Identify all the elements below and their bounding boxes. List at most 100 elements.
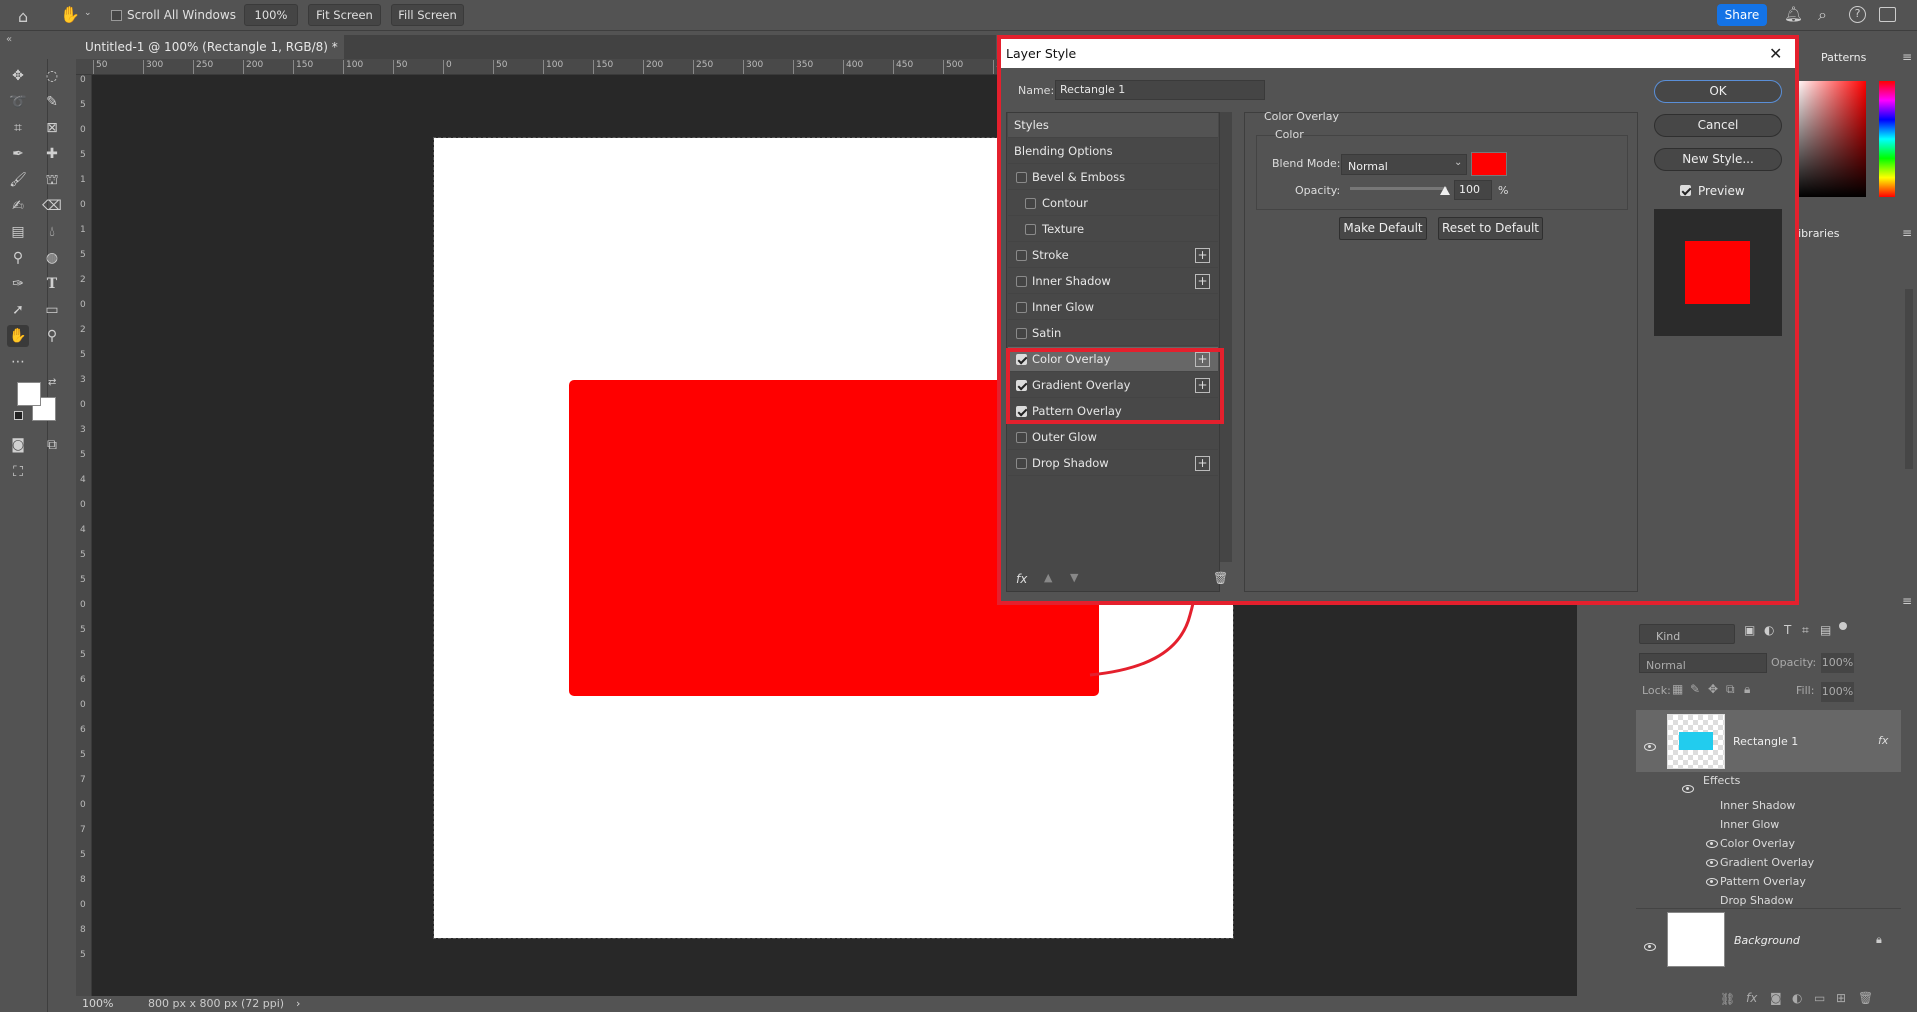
- effect-eye-icon[interactable]: [1706, 878, 1718, 886]
- opacity-slider-track[interactable]: [1350, 187, 1447, 190]
- opacity-field[interactable]: 100%: [1821, 653, 1854, 673]
- layer-visibility-eye-icon[interactable]: [1644, 736, 1656, 755]
- default-colors-icon[interactable]: [14, 411, 23, 420]
- generative-icon[interactable]: ⛶: [7, 461, 29, 483]
- pen-tool-icon[interactable]: ✑: [7, 273, 29, 295]
- fx-menu-icon[interactable]: fx: [1016, 572, 1027, 586]
- crop-tool-icon[interactable]: ⌗: [7, 117, 29, 139]
- hand-tool-active-icon[interactable]: ✋: [7, 325, 29, 347]
- move-down-icon[interactable]: ▼: [1070, 571, 1078, 584]
- lock-all-icon[interactable]: 🔒︎: [1744, 682, 1750, 697]
- brush-tool-icon[interactable]: 🖌︎: [7, 169, 29, 191]
- tab-libraries[interactable]: Libraries: [1792, 227, 1840, 240]
- style-item[interactable]: Inner Shadow +: [1008, 269, 1218, 294]
- style-item[interactable]: Inner Glow: [1008, 295, 1218, 320]
- layer-name[interactable]: Rectangle 1: [1733, 735, 1798, 748]
- lock-move-icon[interactable]: ✥: [1708, 682, 1718, 696]
- add-effect-icon[interactable]: +: [1195, 248, 1210, 263]
- styles-scrollbar[interactable]: [1220, 112, 1232, 562]
- adjustment-icon[interactable]: ◐: [1792, 991, 1802, 1005]
- style-item[interactable]: Drop Shadow +: [1008, 451, 1218, 476]
- stamp-tool-icon[interactable]: ⛫: [41, 169, 63, 191]
- style-checkbox[interactable]: [1025, 224, 1036, 235]
- new-style-button[interactable]: New Style...: [1654, 148, 1782, 171]
- effect-eye-icon[interactable]: [1706, 840, 1718, 848]
- make-default-button[interactable]: Make Default: [1339, 217, 1427, 240]
- filter-smart-icon[interactable]: ▤: [1820, 623, 1831, 637]
- blend-mode-select[interactable]: Normal: [1639, 653, 1767, 673]
- lasso-tool-icon[interactable]: ➰: [7, 91, 29, 113]
- background-layer-name[interactable]: Background: [1734, 934, 1800, 947]
- status-zoom[interactable]: 100%: [82, 996, 113, 1012]
- filter-shape-icon[interactable]: ⌗: [1802, 623, 1809, 638]
- frame-tool-icon[interactable]: ⊠: [41, 117, 63, 139]
- fit-screen-button[interactable]: Fit Screen: [308, 4, 381, 26]
- style-checkbox[interactable]: [1025, 198, 1036, 209]
- move-tool-icon[interactable]: ✥: [7, 65, 29, 87]
- style-checkbox[interactable]: [1016, 172, 1027, 183]
- style-checkbox[interactable]: [1016, 302, 1027, 313]
- filter-image-icon[interactable]: ▣: [1744, 623, 1755, 637]
- zoom-field[interactable]: 100%: [244, 4, 298, 26]
- quick-select-icon[interactable]: ✎: [41, 91, 63, 113]
- effect-row[interactable]: Gradient Overlay: [1706, 856, 1814, 869]
- effect-eye-icon[interactable]: [1706, 859, 1718, 867]
- overlay-color-swatch[interactable]: [1471, 152, 1507, 176]
- opacity-slider-thumb[interactable]: [1440, 186, 1450, 195]
- fill-field[interactable]: 100%: [1821, 682, 1854, 702]
- blending-options[interactable]: Blending Options: [1008, 139, 1218, 164]
- style-item[interactable]: Bevel & Emboss: [1008, 165, 1218, 190]
- style-item[interactable]: Contour: [1008, 191, 1218, 216]
- panel-menu-icon-3[interactable]: ≡: [1902, 594, 1912, 608]
- document-tab[interactable]: Untitled-1 @ 100% (Rectangle 1, RGB/8) *…: [76, 35, 344, 78]
- collapse-icon[interactable]: «: [6, 34, 12, 45]
- add-effect-icon[interactable]: +: [1195, 456, 1210, 471]
- style-checkbox[interactable]: [1016, 458, 1027, 469]
- chevron-right-icon[interactable]: ›: [296, 996, 300, 1012]
- style-item[interactable]: Outer Glow: [1008, 425, 1218, 450]
- type-tool-icon[interactable]: T: [41, 273, 63, 295]
- lock-brush-icon[interactable]: ✎: [1690, 682, 1700, 696]
- panel-scrollbar[interactable]: [1905, 289, 1913, 469]
- fill-screen-button[interactable]: Fill Screen: [391, 4, 464, 26]
- tab-patterns[interactable]: Patterns: [1821, 51, 1866, 64]
- lock-artboard-icon[interactable]: ⧉: [1726, 682, 1735, 697]
- layer-fx-icon[interactable]: fx: [1878, 734, 1888, 747]
- dodge-tool-icon[interactable]: ⚲: [7, 247, 29, 269]
- panel-menu-icon[interactable]: ≡: [1902, 50, 1912, 64]
- color-picker-field[interactable]: [1796, 81, 1866, 197]
- filter-adjust-icon[interactable]: ◐: [1764, 623, 1774, 637]
- effect-row[interactable]: Inner Shadow: [1720, 799, 1795, 812]
- delete-effect-icon[interactable]: 🗑︎: [1213, 571, 1228, 585]
- workspace-icon[interactable]: [1879, 7, 1896, 22]
- effect-row[interactable]: Pattern Overlay: [1706, 875, 1806, 888]
- marquee-tool-icon[interactable]: ◌: [41, 65, 63, 87]
- effects-eye-icon[interactable]: [1682, 778, 1694, 797]
- more-tools-icon[interactable]: ⋯: [7, 351, 29, 373]
- history-brush-icon[interactable]: ✍: [7, 195, 29, 217]
- eyedropper-icon[interactable]: ✒: [7, 143, 29, 165]
- zoom-tool-icon[interactable]: ⚲: [41, 325, 63, 347]
- add-mask-icon[interactable]: ◙: [1770, 991, 1782, 1005]
- name-input[interactable]: Rectangle 1: [1055, 80, 1265, 100]
- search-icon[interactable]: ⌕: [1818, 5, 1827, 25]
- foreground-color-swatch[interactable]: [17, 382, 41, 406]
- effect-row[interactable]: Color Overlay: [1706, 837, 1795, 850]
- eraser-tool-icon[interactable]: ⌫: [41, 195, 63, 217]
- panel-menu-icon-2[interactable]: ≡: [1902, 226, 1912, 240]
- lock-pixels-icon[interactable]: ▦: [1672, 682, 1683, 696]
- effect-row[interactable]: Drop Shadow: [1720, 894, 1793, 907]
- style-checkbox[interactable]: [1016, 276, 1027, 287]
- cancel-button[interactable]: Cancel: [1654, 114, 1782, 137]
- move-up-icon[interactable]: ▲: [1044, 571, 1052, 584]
- filter-type-icon[interactable]: T: [1784, 623, 1791, 637]
- preview-checkbox[interactable]: [1680, 185, 1691, 196]
- rectangle-tool-icon[interactable]: ▭: [41, 299, 63, 321]
- new-layer-icon[interactable]: ⊞: [1836, 991, 1846, 1005]
- style-checkbox[interactable]: [1016, 432, 1027, 443]
- blur-tool-icon[interactable]: 💧︎: [41, 221, 63, 243]
- style-item[interactable]: Satin: [1008, 321, 1218, 346]
- home-icon[interactable]: ⌂: [18, 7, 28, 26]
- sponge-tool-icon[interactable]: ◍: [41, 247, 63, 269]
- share-button[interactable]: Share: [1717, 4, 1767, 26]
